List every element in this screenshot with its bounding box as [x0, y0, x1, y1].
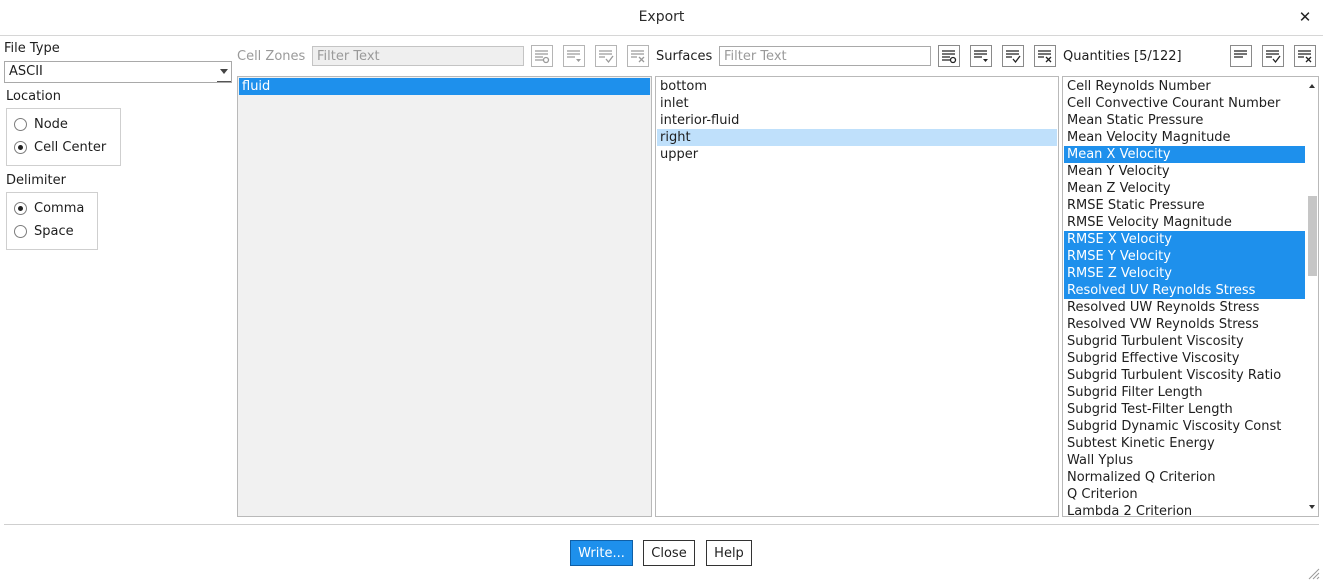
list-item[interactable]: Subgrid Turbulent Viscosity Ratio: [1064, 367, 1305, 384]
list-item[interactable]: right: [657, 129, 1057, 146]
cell-zones-new-list-button[interactable]: [531, 45, 553, 67]
list-item[interactable]: bottom: [657, 78, 1057, 95]
deselect-all-icon: [1038, 50, 1052, 63]
list-options-icon: [567, 50, 581, 62]
list-item[interactable]: inlet: [657, 95, 1057, 112]
list-item[interactable]: RMSE Z Velocity: [1064, 265, 1305, 282]
select-all-icon: [599, 50, 614, 64]
radio-off-icon: [14, 118, 27, 131]
surfaces-select-all-button[interactable]: [1002, 45, 1024, 67]
surfaces-list-options-button[interactable]: [970, 45, 992, 67]
list-item[interactable]: fluid: [239, 78, 650, 95]
surfaces-new-list-button[interactable]: [938, 45, 960, 67]
list-item[interactable]: upper: [657, 146, 1057, 163]
list-item[interactable]: Lambda 2 Criterion: [1064, 503, 1305, 516]
list-item[interactable]: Mean Y Velocity: [1064, 163, 1305, 180]
location-label: Location: [6, 89, 61, 104]
quantities-list[interactable]: Cell Reynolds Number Cell Convective Cour…: [1062, 76, 1319, 517]
list-item[interactable]: Subtest Kinetic Energy: [1064, 435, 1305, 452]
list-item[interactable]: RMSE X Velocity: [1064, 231, 1305, 248]
scroll-up-icon[interactable]: [1309, 84, 1315, 88]
list-item[interactable]: Subgrid Filter Length: [1064, 384, 1305, 401]
file-type-value: ASCII: [9, 64, 43, 79]
list-item[interactable]: RMSE Y Velocity: [1064, 248, 1305, 265]
file-type-label: File Type: [4, 41, 60, 56]
list-item[interactable]: Subgrid Effective Viscosity: [1064, 350, 1305, 367]
scroll-down-icon[interactable]: [1309, 505, 1315, 509]
close-icon[interactable]: ✕: [1297, 8, 1313, 26]
window-title: Export: [638, 9, 685, 25]
surfaces-filter-input[interactable]: [719, 46, 931, 66]
list-item[interactable]: RMSE Static Pressure: [1064, 197, 1305, 214]
radio-on-icon: [14, 141, 27, 154]
cell-zones-filter-input[interactable]: [312, 46, 524, 66]
resize-grip-icon[interactable]: [1306, 566, 1320, 580]
list-item[interactable]: Mean X Velocity: [1064, 146, 1305, 163]
deselect-all-icon: [631, 50, 645, 63]
title-bar: Export ✕: [0, 0, 1323, 36]
quantities-select-all-button[interactable]: [1262, 45, 1284, 67]
quantities-deselect-all-button[interactable]: [1294, 45, 1316, 67]
list-item[interactable]: Resolved VW Reynolds Stress: [1064, 316, 1305, 333]
list-item[interactable]: Normalized Q Criterion: [1064, 469, 1305, 486]
list-item[interactable]: interior-fluid: [657, 112, 1057, 129]
cell-zones-label: Cell Zones: [237, 49, 306, 64]
list-item[interactable]: Cell Reynolds Number: [1064, 78, 1305, 95]
help-button[interactable]: Help: [706, 540, 752, 566]
scrollbar-thumb[interactable]: [1308, 196, 1317, 276]
divider: [4, 524, 1319, 525]
cell-zones-deselect-all-button[interactable]: [627, 45, 649, 67]
deselect-all-icon: [1298, 50, 1312, 63]
quantities-scrollbar[interactable]: [1307, 78, 1317, 515]
cell-zones-select-all-button[interactable]: [595, 45, 617, 67]
select-all-icon: [1006, 50, 1021, 64]
radio-off-icon: [14, 225, 27, 238]
list-item[interactable]: Subgrid Turbulent Viscosity: [1064, 333, 1305, 350]
delimiter-label: Delimiter: [6, 173, 66, 188]
list-item[interactable]: Wall Yplus: [1064, 452, 1305, 469]
cell-zones-list-options-button[interactable]: [563, 45, 585, 67]
list-options-icon: [1234, 50, 1247, 58]
file-type-dropdown[interactable]: ASCII: [4, 61, 232, 83]
list-options-icon: [974, 50, 988, 62]
surfaces-list[interactable]: bottom inlet interior-fluid right upper: [655, 76, 1059, 517]
surfaces-deselect-all-button[interactable]: [1034, 45, 1056, 67]
list-item[interactable]: Subgrid Test-Filter Length: [1064, 401, 1305, 418]
chevron-down-icon: [220, 69, 228, 74]
write-button[interactable]: Write...: [570, 540, 633, 566]
cell-zones-list[interactable]: fluid: [237, 76, 652, 517]
close-button[interactable]: Close: [643, 540, 695, 566]
list-item[interactable]: Mean Velocity Magnitude: [1064, 129, 1305, 146]
select-all-icon: [1266, 50, 1281, 64]
list-item[interactable]: Mean Static Pressure: [1064, 112, 1305, 129]
list-item[interactable]: Resolved UW Reynolds Stress: [1064, 299, 1305, 316]
list-item[interactable]: Q Criterion: [1064, 486, 1305, 503]
new-list-icon: [942, 50, 957, 64]
new-list-icon: [535, 50, 550, 64]
quantities-list-button[interactable]: [1230, 45, 1252, 67]
list-item[interactable]: RMSE Velocity Magnitude: [1064, 214, 1305, 231]
delimiter-group: Comma Space: [6, 192, 98, 250]
list-item[interactable]: Resolved UV Reynolds Stress: [1064, 282, 1305, 299]
surfaces-label: Surfaces: [656, 49, 713, 64]
list-item[interactable]: Mean Z Velocity: [1064, 180, 1305, 197]
quantities-label: Quantities [5/122]: [1063, 49, 1182, 64]
list-item[interactable]: Subgrid Dynamic Viscosity Const: [1064, 418, 1305, 435]
list-item[interactable]: Cell Convective Courant Number: [1064, 95, 1305, 112]
location-group: Node Cell Center: [6, 108, 121, 166]
radio-on-icon: [14, 202, 27, 215]
